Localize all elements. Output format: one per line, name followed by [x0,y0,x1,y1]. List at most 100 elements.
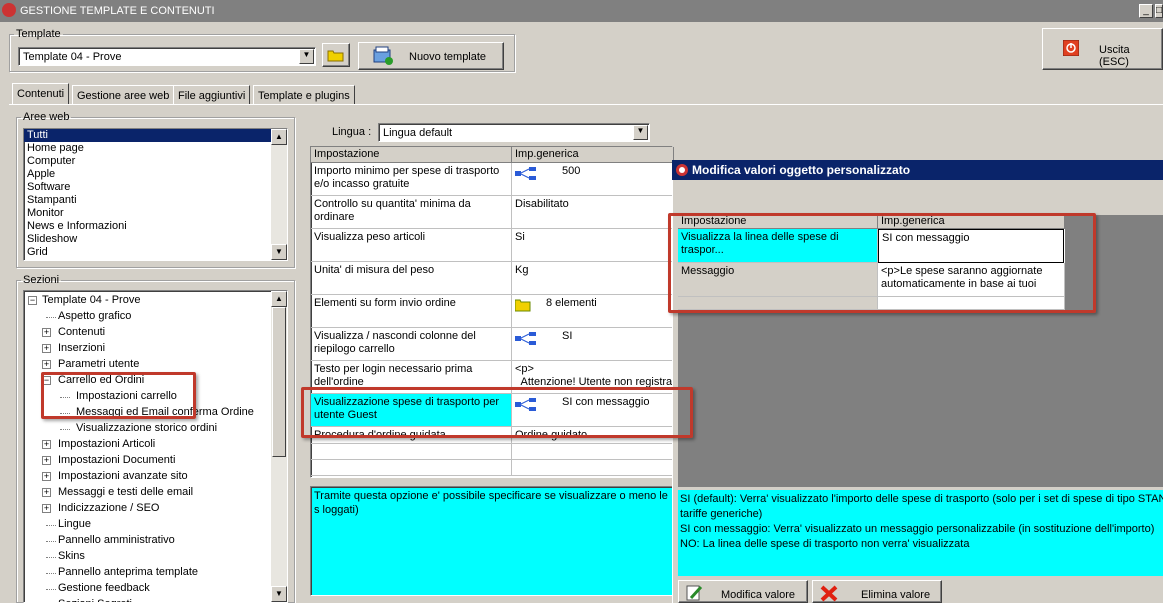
expand-icon[interactable]: + [42,328,51,337]
exit-button[interactable]: Uscita (ESC) [1042,28,1163,70]
aree-web-list[interactable]: Tutti Home page Computer Apple Software Stamp… [23,128,288,261]
tree-item-label: Impostazioni avanzate sito [58,470,188,482]
grid-row-value[interactable]: Kg [512,262,674,295]
tree-item-label: Impostazioni Documenti [58,454,176,466]
folder-icon [327,50,344,62]
template-select-value: Template 04 - Prove [23,51,122,63]
grid-row-name[interactable]: Unita' di misura del peso [311,262,512,295]
new-template-label: Nuovo template [409,51,487,63]
dialog-row-value[interactable]: <p>Le spese saranno aggiornate automatic… [878,263,1065,297]
grid-row-value[interactable]: Si [512,229,674,262]
expand-icon[interactable]: + [42,440,51,449]
aree-web-item[interactable]: Stampanti [24,194,271,207]
description-box: Tramite questa opzione e' possibile spec… [310,486,673,596]
modify-value-button[interactable]: Modifica valore [678,580,808,603]
grid-row-value-text: 8 elementi [546,297,597,309]
tree-item-label: Lingue [58,518,92,530]
grid-row-value[interactable]: Disabilitato [512,196,674,229]
tree-connector [46,541,56,542]
tree-icon [515,332,536,345]
aree-web-item[interactable]: Apple [24,168,271,181]
tree-item-label: Messaggi ed Email conferma Ordine [76,406,254,418]
grid-row-value[interactable]: Ordine guidato [512,427,674,444]
tree-icon [515,167,536,180]
grid-row-name[interactable]: Importo minimo per spese di trasporto e/… [311,163,512,196]
tree-connector [46,589,56,590]
dialog-row-name[interactable]: Messaggio [678,263,878,297]
scroll-thumb[interactable] [272,307,286,457]
aree-web-item[interactable]: Tutti [24,129,271,142]
sezioni-tree[interactable]: − Template 04 - Prove Aspetto grafico + Cont… [23,290,288,603]
tab-file-aggiuntivi[interactable]: File aggiuntivi [173,85,251,105]
exit-label: Uscita (ESC) [1099,44,1130,68]
scroll-down-icon[interactable]: ▼ [271,586,287,602]
template-select[interactable]: Template 04 - Prove ▼ [18,47,316,66]
tree-item-label: Indicizzazione / SEO [58,502,160,514]
grid-row-value[interactable]: SI con messaggio [512,394,674,427]
tab-divider [9,104,1163,105]
aree-web-item[interactable]: Grid [24,246,271,259]
dialog-empty-row [678,297,878,310]
new-template-icon [373,46,393,65]
expand-icon[interactable]: + [42,472,51,481]
expand-icon[interactable]: + [42,360,51,369]
expand-icon[interactable]: + [42,488,51,497]
grid-row-name[interactable]: Controllo su quantita' minima da ordinar… [311,196,512,229]
aree-web-item[interactable]: Computer [24,155,271,168]
grid-empty-cell [512,460,674,476]
grid-row-value[interactable]: SI [512,328,674,361]
sezioni-legend: Sezioni [23,274,60,286]
help-line: SI con messaggio: Verra' visualizzato un… [680,523,1155,535]
collapse-icon[interactable]: − [42,376,51,385]
grid-header-impgenerica: Imp.generica [512,147,674,163]
delete-value-button[interactable]: Elimina valore [812,580,942,603]
grid-row-value-text: 500 [562,165,581,177]
dialog-row-name[interactable]: Visualizza la linea delle spese di trasp… [678,229,878,263]
grid-header-impostazione: Impostazione [311,147,512,163]
minimize-button[interactable]: _ [1139,4,1153,18]
help-line: SI (default): Verra' visualizzato l'impo… [680,493,1163,505]
chevron-down-icon[interactable]: ▼ [299,49,314,64]
expand-icon[interactable]: + [42,456,51,465]
tab-template-plugins[interactable]: Template e plugins [253,85,355,105]
scroll-up-icon[interactable]: ▲ [271,129,287,145]
scroll-down-icon[interactable]: ▼ [271,244,287,260]
expand-icon[interactable]: + [42,344,51,353]
aree-web-scrollbar[interactable]: ▲ ▼ [271,129,287,260]
tree-item-label: Messaggi e testi delle email [58,486,194,498]
modify-value-label: Modifica valore [721,589,795,601]
tab-gestione-aree-web[interactable]: Gestione aree web [72,85,175,105]
tree-connector [46,557,56,558]
sezioni-scrollbar[interactable]: ▲ ▼ [271,291,287,602]
power-icon [1063,40,1079,56]
dialog-header-impostazione: Impostazione [678,215,878,229]
dialog-row-value-input[interactable]: SI con messaggio [878,229,1064,263]
expand-icon[interactable]: + [42,504,51,513]
grid-row-name[interactable]: Procedura d'ordine guidata [311,427,512,444]
collapse-icon[interactable]: − [28,296,37,305]
maximize-button[interactable]: □ [1155,4,1163,18]
aree-web-item[interactable]: Software [24,181,271,194]
aree-web-item[interactable]: Slideshow [24,233,271,246]
grid-row-name[interactable]: Elementi su form invio ordine [311,295,512,328]
grid-row-value[interactable]: 500 [512,163,674,196]
lingua-select-value: Lingua default [383,127,453,139]
new-template-button[interactable]: Nuovo template [358,42,504,70]
grid-row-value[interactable]: <p> Attenzione! Utente non registrat [512,361,674,394]
grid-row-name[interactable]: Visualizzazione spese di trasporto per u… [311,394,512,427]
tab-contenuti[interactable]: Contenuti [12,83,70,105]
grid-row-name[interactable]: Visualizza / nascondi colonne del riepil… [311,328,512,361]
lingua-select[interactable]: Lingua default ▼ [378,123,650,142]
chevron-down-icon[interactable]: ▼ [633,125,648,140]
aree-web-item[interactable]: News e Informazioni [24,220,271,233]
aree-web-items: Tutti Home page Computer Apple Software Stamp… [24,129,287,259]
grid-row-name[interactable]: Visualizza peso articoli [311,229,512,262]
dialog-help-box: SI (default): Verra' visualizzato l'impo… [678,490,1163,576]
grid-row-value[interactable]: 8 elementi [512,295,674,328]
aree-web-item[interactable]: Monitor [24,207,271,220]
aree-web-item[interactable]: Home page [24,142,271,155]
scroll-up-icon[interactable]: ▲ [271,291,287,307]
open-folder-button[interactable] [322,43,350,67]
grid-row-name[interactable]: Testo per login necessario prima dell'or… [311,361,512,394]
tree-icon [515,398,536,411]
